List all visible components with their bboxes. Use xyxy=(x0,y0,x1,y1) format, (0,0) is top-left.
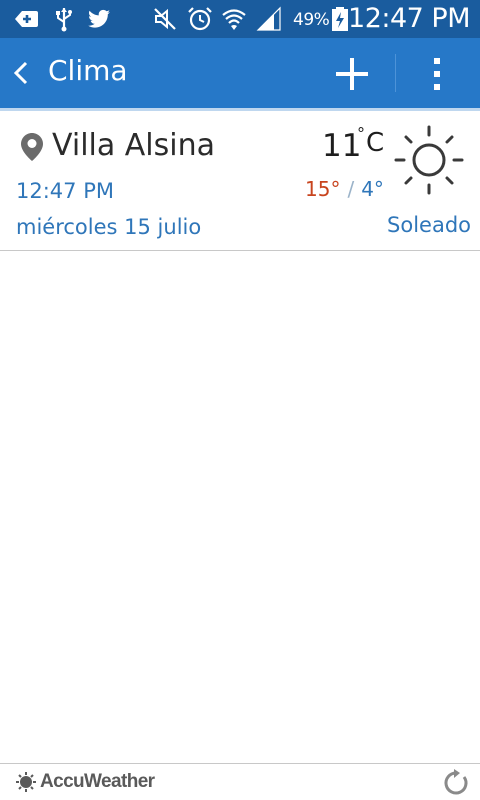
weather-condition: Soleado xyxy=(387,213,471,237)
card-divider xyxy=(0,250,480,251)
weather-screen: 49% 12:47 PM Clima Villa Alsina 12:47 PM… xyxy=(0,0,480,800)
app-bar: Clima xyxy=(0,38,480,108)
wifi-icon xyxy=(222,9,246,30)
signal-icon xyxy=(256,6,281,31)
battery-percent: 49% xyxy=(293,10,330,30)
notification-add-icon xyxy=(15,11,38,27)
status-bar: 49% 12:47 PM xyxy=(0,0,480,38)
location-pin-icon xyxy=(21,133,43,161)
city-name: Villa Alsina xyxy=(52,128,216,163)
accuweather-logo-icon xyxy=(16,772,36,792)
page-title[interactable]: Clima xyxy=(48,54,128,87)
add-location-button[interactable] xyxy=(330,54,374,94)
high-low-separator: / xyxy=(347,177,355,201)
accuweather-logo[interactable]: AccuWeather xyxy=(40,771,155,793)
twitter-icon xyxy=(88,9,110,28)
more-options-button[interactable] xyxy=(420,54,454,94)
alarm-icon xyxy=(188,7,212,31)
temperature-unit: °C xyxy=(357,124,385,158)
high-low-temperature: 15°/4° xyxy=(305,177,384,201)
weather-card[interactable]: Villa Alsina 12:47 PM miércoles 15 julio… xyxy=(0,111,480,251)
sun-icon xyxy=(394,125,464,195)
mute-icon xyxy=(154,8,176,30)
status-clock: 12:47 PM xyxy=(348,3,470,34)
footer-divider xyxy=(0,763,480,764)
local-time: 12:47 PM xyxy=(16,179,114,203)
unit-label: C xyxy=(366,128,385,158)
current-temperature: 11 xyxy=(322,128,362,164)
high-temperature: 15° xyxy=(305,177,341,201)
usb-icon xyxy=(56,8,72,32)
low-temperature: 4° xyxy=(361,177,384,201)
chevron-left-icon[interactable] xyxy=(10,60,32,86)
local-date: miércoles 15 julio xyxy=(16,215,202,239)
toolbar-divider xyxy=(395,54,396,92)
battery-charging-icon xyxy=(332,7,348,31)
refresh-icon[interactable] xyxy=(442,769,470,797)
